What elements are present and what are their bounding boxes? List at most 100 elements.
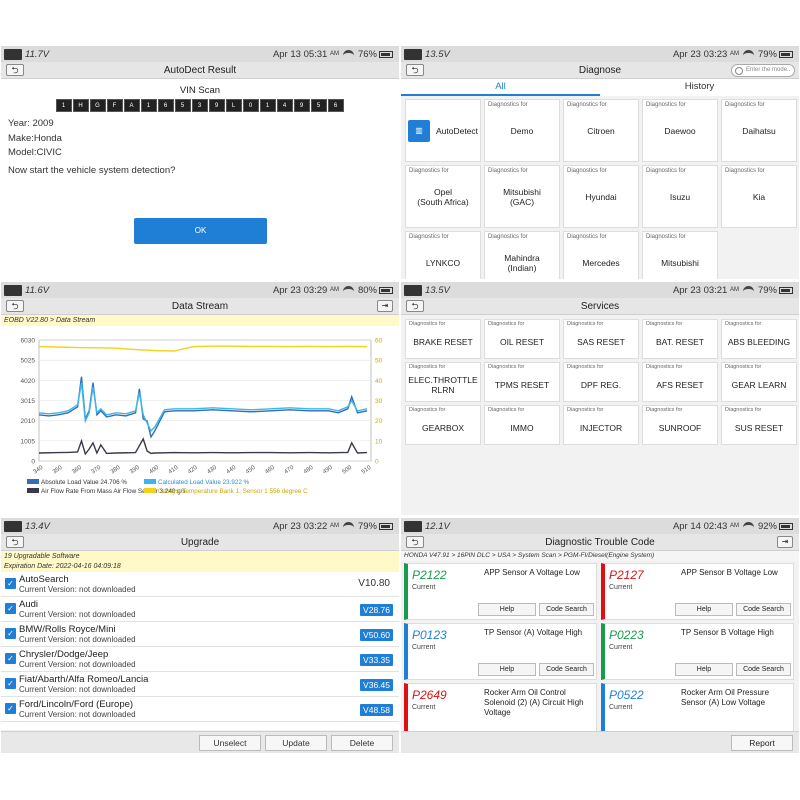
list-item[interactable]: ✓ Ford/Lincoln/Ford (Europe) Current Versi… [1, 697, 399, 722]
list-item[interactable]: ✓ Audi Current Version: not downloaded V28.… [1, 597, 399, 622]
vin-char: 1 [259, 99, 276, 112]
tile-caption: Diagnostics for [488, 321, 525, 327]
unselect-button[interactable]: Unselect [199, 735, 261, 751]
delete-button[interactable]: Delete [331, 735, 393, 751]
services-grid: Diagnostics for BRAKE RESET Diagnostics fo… [401, 315, 799, 449]
vin-char: H [72, 99, 89, 112]
back-button[interactable]: ⮌ [6, 300, 24, 312]
back-button[interactable]: ⮌ [406, 536, 424, 548]
y-tick-label: 4020 [21, 378, 36, 385]
x-tick-label: 350 [52, 464, 64, 475]
x-tick-label: 440 [226, 464, 238, 475]
tab-history[interactable]: History [600, 79, 799, 96]
vehicle-name: Demo [510, 125, 534, 136]
car-icon [404, 520, 422, 532]
service-tile[interactable]: Diagnostics for GEAR LEARN [721, 362, 797, 402]
ok-button[interactable]: OK [134, 218, 267, 244]
service-tile[interactable]: Diagnostics for SUS RESET [721, 405, 797, 445]
vin-char: G [89, 99, 106, 112]
service-tile[interactable]: Diagnostics for AFS RESET [642, 362, 718, 402]
back-button[interactable]: ⮌ [6, 536, 24, 548]
help-button[interactable]: Help [675, 663, 733, 676]
exit-icon[interactable]: ⇥ [377, 300, 393, 312]
list-item[interactable]: ✓ Fiat/Abarth/Alfa Romeo/Lancia Current Ve… [1, 672, 399, 697]
vehicle-tile[interactable]: Diagnostics for Daewoo [642, 99, 718, 162]
checkbox[interactable]: ✓ [5, 653, 16, 664]
service-tile[interactable]: Diagnostics for TPMS RESET [484, 362, 560, 402]
service-tile[interactable]: Diagnostics for ELEC.THROTTLE RLRN [405, 362, 481, 402]
checkbox[interactable]: ✓ [5, 678, 16, 689]
upgrade-list: ✓ AutoSearch Current Version: not download… [1, 572, 399, 730]
tab-all[interactable]: All [401, 79, 600, 96]
code-search-button[interactable]: Code Search [539, 603, 594, 616]
x-tick-label: 380 [110, 464, 122, 475]
service-tile[interactable]: Diagnostics for ABS BLEEDING [721, 319, 797, 359]
vehicle-name: Opel (South Africa) [417, 186, 469, 207]
help-button[interactable]: Help [478, 603, 536, 616]
update-button[interactable]: Update [265, 735, 327, 751]
vehicle-name: Mahindra (Indian) [504, 252, 540, 273]
checkbox[interactable]: ✓ [5, 628, 16, 639]
vehicle-tile[interactable]: Diagnostics for Mitsubishi (GAC) [484, 165, 560, 228]
list-item[interactable]: ✓ Chrysler/Dodge/Jeep Current Version: not… [1, 647, 399, 672]
help-button[interactable]: Help [478, 663, 536, 676]
checkbox[interactable]: ✓ [5, 578, 16, 589]
code-search-button[interactable]: Code Search [539, 663, 594, 676]
vehicle-tile[interactable]: Diagnostics for Mahindra (Indian) [484, 231, 560, 279]
vehicle-tile[interactable]: Diagnostics for Demo [484, 99, 560, 162]
tile-caption: Diagnostics for [488, 234, 528, 240]
car-icon [4, 284, 22, 296]
model-label: Model:CIVIC [8, 147, 62, 158]
service-tile[interactable]: Diagnostics for INJECTOR [563, 405, 639, 445]
vehicle-tile[interactable]: Diagnostics for Isuzu [642, 165, 718, 228]
dtc-code: P2122 [412, 568, 447, 582]
dtc-card: P2122 Current APP Sensor A Voltage Low Help… [404, 563, 597, 620]
autodetect-tile[interactable]: ▥ AutoDetect [405, 99, 481, 162]
vehicle-name: Mitsubishi (GAC) [503, 186, 541, 207]
code-search-button[interactable]: Code Search [736, 663, 791, 676]
vehicle-tile[interactable]: Diagnostics for Kia [721, 165, 797, 228]
vehicle-tile[interactable]: Diagnostics for Hyundai [563, 165, 639, 228]
service-tile[interactable]: Diagnostics for GEARBOX [405, 405, 481, 445]
search-input[interactable]: Enter the mode.. [731, 64, 795, 77]
service-tile[interactable]: Diagnostics for OIL RESET [484, 319, 560, 359]
vehicle-tile[interactable]: Diagnostics for Daihatsu [721, 99, 797, 162]
x-tick-label: 480 [303, 464, 315, 475]
tile-caption: Diagnostics for [567, 407, 604, 413]
exit-icon[interactable]: ⇥ [777, 536, 793, 548]
back-button[interactable]: ⮌ [6, 64, 24, 76]
dtc-description: TP Sensor (A) Voltage High [484, 628, 583, 637]
service-tile[interactable]: Diagnostics for BRAKE RESET [405, 319, 481, 359]
service-name: SUS RESET [734, 423, 784, 433]
report-button[interactable]: Report [731, 735, 793, 751]
tile-caption: Diagnostics for [488, 102, 528, 108]
service-tile[interactable]: Diagnostics for SAS RESET [563, 319, 639, 359]
list-item[interactable]: ✓ BMW/Rolls Royce/Mini Current Version: no… [1, 622, 399, 647]
checkbox[interactable]: ✓ [5, 603, 16, 614]
vehicle-name: Hyundai [585, 191, 617, 202]
back-button[interactable]: ⮌ [406, 300, 424, 312]
service-tile[interactable]: Diagnostics for SUNROOF [642, 405, 718, 445]
back-button[interactable]: ⮌ [406, 64, 424, 76]
vehicle-tile[interactable]: Diagnostics for Mitsubishi [642, 231, 718, 279]
service-name: BRAKE RESET [413, 337, 473, 347]
title-bar: ⮌ AutoDect Result [1, 62, 399, 79]
vehicle-tile[interactable]: Diagnostics for Citroen [563, 99, 639, 162]
clock: Apr 13 05:31 [272, 48, 328, 60]
service-tile[interactable]: Diagnostics for IMMO [484, 405, 560, 445]
x-tick-label: 460 [264, 464, 276, 475]
software-name: Ford/Lincoln/Ford (Europe) [19, 699, 134, 710]
code-search-button[interactable]: Code Search [736, 603, 791, 616]
upgrade-toolbar: Unselect Update Delete [1, 731, 399, 753]
list-item[interactable]: ✓ AutoSearch Current Version: not download… [1, 572, 399, 597]
x-tick-label: 340 [33, 464, 45, 475]
vehicle-tile[interactable]: Diagnostics for Opel (South Africa) [405, 165, 481, 228]
vehicle-tile[interactable]: Diagnostics for LYNKCO [405, 231, 481, 279]
service-tile[interactable]: Diagnostics for DPF REG. [563, 362, 639, 402]
vin-char: A [123, 99, 140, 112]
vehicle-tile[interactable]: Diagnostics for Mercedes [563, 231, 639, 279]
help-button[interactable]: Help [675, 603, 733, 616]
checkbox[interactable]: ✓ [5, 703, 16, 714]
service-name: OIL RESET [499, 337, 545, 347]
service-tile[interactable]: Diagnostics for BAT. RESET [642, 319, 718, 359]
